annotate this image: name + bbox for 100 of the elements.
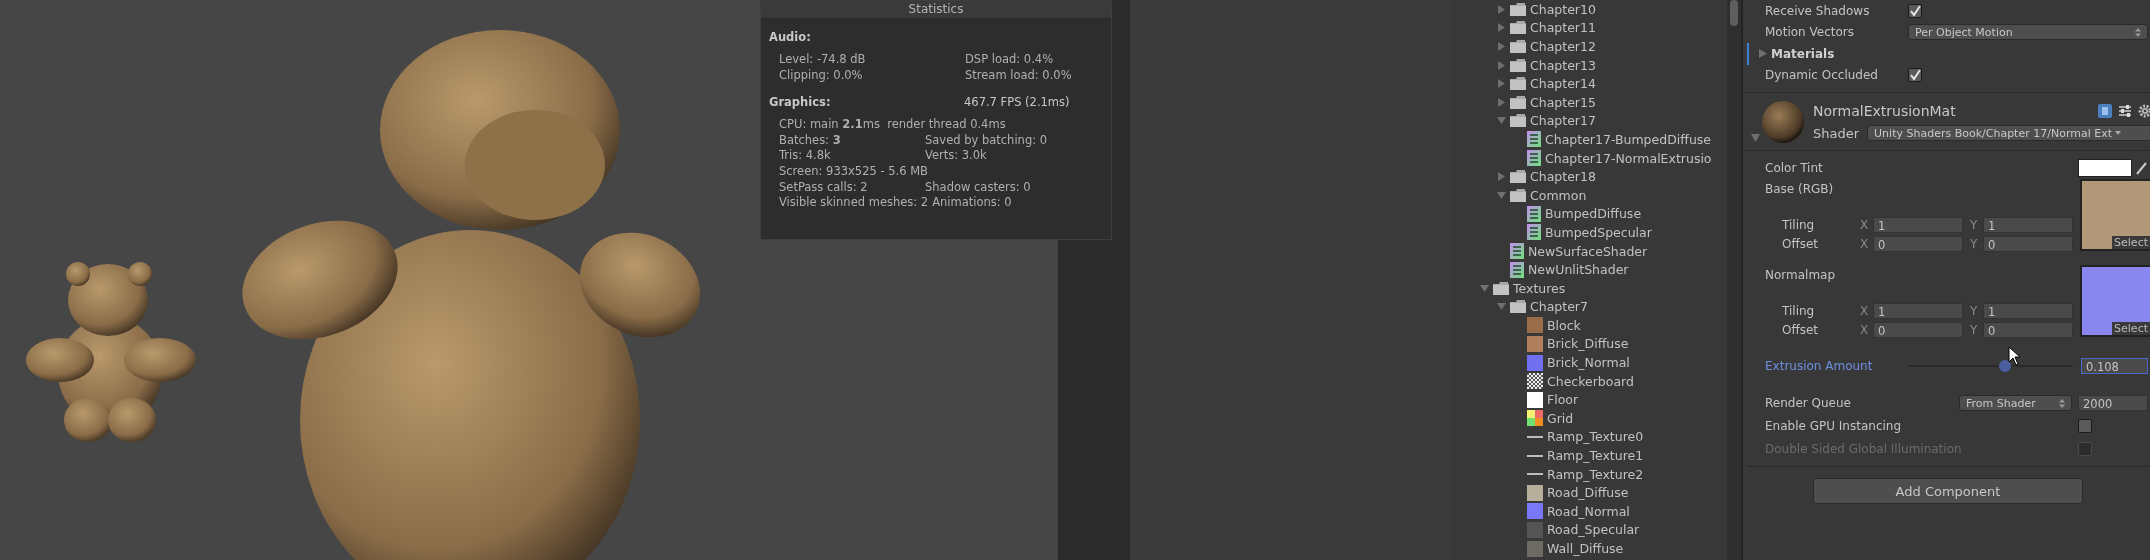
field-label: Dynamic Occluded bbox=[1765, 68, 1879, 83]
foldout-arrow-icon[interactable] bbox=[1497, 79, 1506, 89]
folder-icon bbox=[1510, 77, 1526, 91]
foldout-arrow-icon[interactable] bbox=[1497, 116, 1506, 126]
foldout-arrow-icon[interactable] bbox=[1497, 172, 1506, 182]
number-field[interactable]: 1 bbox=[1873, 303, 1963, 319]
foldout-arrow-icon[interactable] bbox=[1497, 97, 1506, 107]
number-field[interactable]: 0 bbox=[1873, 322, 1963, 338]
tree-item[interactable]: Floor bbox=[1547, 392, 1579, 408]
grid-texture-icon bbox=[1527, 410, 1543, 427]
number-field[interactable]: 0.108 bbox=[2081, 357, 2148, 374]
texture-slot[interactable]: Select bbox=[2080, 178, 2150, 251]
number-field[interactable]: 2000 bbox=[2078, 395, 2148, 412]
checkbox[interactable] bbox=[1908, 68, 1922, 83]
foldout-arrow-icon[interactable] bbox=[1497, 302, 1506, 312]
axis-label: X bbox=[1860, 218, 1870, 232]
foldout-label[interactable]: Materials bbox=[1771, 46, 1835, 61]
tree-item[interactable]: Chapter14 bbox=[1530, 76, 1596, 92]
tree-item[interactable]: Checkerboard bbox=[1547, 373, 1634, 389]
tree-item[interactable]: Chapter17 bbox=[1530, 113, 1596, 129]
dropdown[interactable]: Per Object Motion bbox=[1908, 24, 2148, 41]
tree-item[interactable]: Chapter11 bbox=[1530, 20, 1596, 36]
tree-item[interactable]: BumpedSpecular bbox=[1545, 224, 1652, 240]
axis-label: Y bbox=[1970, 323, 1979, 337]
texture-slot[interactable]: Select bbox=[2080, 264, 2150, 337]
shader-file-icon bbox=[1527, 205, 1541, 222]
folder-icon bbox=[1510, 188, 1526, 202]
foldout-arrow-icon[interactable] bbox=[1497, 4, 1506, 14]
foldout-arrow-icon[interactable] bbox=[1759, 49, 1767, 59]
field-label: Offset bbox=[1782, 237, 1820, 251]
number-field[interactable]: 0 bbox=[1873, 236, 1963, 252]
foldout-arrow-icon[interactable] bbox=[1497, 42, 1506, 51]
fps-readout: 467.7 FPS (2.1ms) bbox=[964, 95, 1070, 110]
tree-item[interactable]: Chapter7 bbox=[1530, 299, 1588, 315]
tree-item[interactable]: Ramp_Texture2 bbox=[1547, 466, 1644, 482]
stat-text: SetPass calls: 2 bbox=[779, 179, 869, 196]
tree-item[interactable]: Ramp_Texture1 bbox=[1547, 448, 1644, 464]
tree-item[interactable]: Common bbox=[1530, 187, 1587, 203]
tree-item[interactable]: BumpedDiffuse bbox=[1545, 206, 1642, 222]
select-button[interactable]: Select bbox=[2112, 321, 2150, 335]
tree-item[interactable]: Brick_Normal bbox=[1547, 355, 1630, 371]
tree-item[interactable]: Chapter12 bbox=[1530, 39, 1596, 54]
folder-icon bbox=[1493, 281, 1509, 295]
folder-icon bbox=[1510, 2, 1526, 16]
stat-text: Visible skinned meshes: 2 bbox=[779, 195, 929, 211]
dropdown[interactable]: From Shader bbox=[1959, 395, 2072, 412]
tree-item[interactable]: Textures bbox=[1513, 280, 1566, 296]
tree-item[interactable]: NewUnlitShader bbox=[1528, 262, 1629, 278]
folder-icon bbox=[1510, 40, 1526, 53]
stat-text: Stream load: 0.0% bbox=[965, 67, 1072, 84]
number-field[interactable]: 0 bbox=[1983, 322, 2073, 338]
scrollbar-thumb[interactable] bbox=[1730, 0, 1738, 26]
caret-icon bbox=[2115, 131, 2121, 135]
tree-item[interactable]: Brick_Diffuse bbox=[1547, 336, 1629, 352]
slider-handle[interactable] bbox=[1999, 359, 2012, 372]
stat-text: DSP load: 0.4% bbox=[965, 52, 1054, 68]
settings-icon[interactable] bbox=[2138, 104, 2150, 118]
tree-item[interactable]: Chapter13 bbox=[1530, 57, 1596, 73]
tree-item[interactable]: Ramp_Texture0 bbox=[1547, 429, 1644, 445]
tree-item[interactable]: Chapter17-BumpedDiffuse bbox=[1545, 131, 1711, 147]
stat-text: Level: -74.8 dB bbox=[779, 52, 867, 68]
help-icon[interactable] bbox=[2098, 104, 2112, 118]
folder-icon bbox=[1510, 21, 1526, 35]
stat-text: Verts: 3.0k bbox=[925, 148, 987, 164]
eyedropper-icon[interactable] bbox=[2136, 160, 2148, 175]
axis-label: Y bbox=[1970, 237, 1979, 251]
foldout-arrow-icon[interactable] bbox=[1497, 23, 1506, 33]
shader-file-icon bbox=[1527, 150, 1541, 167]
color-swatch[interactable] bbox=[2078, 158, 2132, 177]
foldout-arrow-icon[interactable] bbox=[1497, 60, 1506, 70]
tree-item[interactable]: Road_Specular bbox=[1547, 522, 1640, 538]
field-label: Receive Shadows bbox=[1765, 3, 1871, 18]
checkbox[interactable] bbox=[2078, 418, 2092, 433]
tree-item[interactable]: Road_Diffuse bbox=[1547, 485, 1629, 501]
folder-icon bbox=[1510, 95, 1526, 109]
tree-item[interactable]: Wall_Diffuse bbox=[1547, 541, 1624, 556]
number-field[interactable]: 1 bbox=[1983, 303, 2073, 319]
tree-item[interactable]: Chapter17-NormalExtrusio bbox=[1545, 150, 1712, 166]
tree-item[interactable]: Block bbox=[1547, 317, 1581, 333]
select-button[interactable]: Select bbox=[2112, 235, 2150, 249]
foldout-arrow-icon[interactable] bbox=[1497, 190, 1506, 200]
tree-item[interactable]: Grid bbox=[1547, 410, 1574, 426]
number-field[interactable]: 1 bbox=[1983, 217, 2073, 233]
foldout-arrow-icon[interactable] bbox=[1751, 134, 1760, 142]
preset-sliders-icon[interactable] bbox=[2118, 104, 2132, 118]
field-label: Extrusion Amount bbox=[1765, 358, 1874, 373]
tree-item[interactable]: Road_Normal bbox=[1547, 503, 1630, 519]
shader-dropdown[interactable]: Unity Shaders Book/Chapter 17/Normal Ext bbox=[1867, 125, 2150, 141]
number-field[interactable]: 0 bbox=[1983, 236, 2073, 252]
checkbox[interactable] bbox=[1908, 3, 1922, 18]
section-heading: Graphics: bbox=[769, 95, 832, 110]
tree-item[interactable]: NewSurfaceShader bbox=[1528, 243, 1648, 259]
section-heading: Audio: bbox=[769, 30, 812, 44]
number-field[interactable]: 1 bbox=[1873, 217, 1963, 233]
tree-item[interactable]: Chapter15 bbox=[1530, 94, 1596, 110]
foldout-arrow-icon[interactable] bbox=[1480, 283, 1489, 293]
add-component-button[interactable]: Add Component bbox=[1813, 478, 2083, 504]
tree-item[interactable]: Chapter18 bbox=[1530, 169, 1596, 185]
stat-text: Clipping: 0.0% bbox=[779, 67, 864, 84]
tree-item[interactable]: Chapter10 bbox=[1530, 1, 1596, 17]
